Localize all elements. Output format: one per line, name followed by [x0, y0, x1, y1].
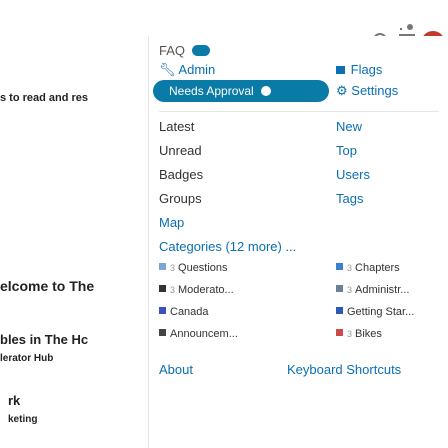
category-item[interactable]: 3 Administr... — [336, 284, 409, 296]
bg-line-2: elcome to The — [0, 278, 95, 294]
top-link[interactable]: Top — [336, 143, 357, 158]
badges-link[interactable]: Badges — [159, 167, 203, 182]
category-item[interactable]: 3 Questions — [159, 262, 228, 274]
wrench-icon: 🔧︎ — [159, 62, 176, 77]
bg-line-5: rk — [8, 393, 21, 408]
category-count: 3 — [170, 263, 176, 273]
category-item[interactable]: Getting Star... — [336, 306, 414, 318]
category-item[interactable]: 3 Moderato... — [159, 284, 234, 296]
faq-link[interactable]: FAQ — [159, 43, 185, 58]
groups-link[interactable]: Groups — [159, 191, 202, 206]
category-item[interactable]: Announcem... — [159, 328, 238, 340]
flags-label: Flags — [350, 62, 383, 77]
latest-link[interactable]: Latest — [159, 119, 194, 134]
bg-line-6: keting — [8, 414, 38, 425]
categories-heading[interactable]: Categories (12 more) ... — [159, 239, 296, 254]
category-label: Bikes — [355, 328, 382, 340]
category-color-swatch — [159, 285, 166, 292]
bg-line-4: lerator Hub — [0, 353, 54, 364]
new-link[interactable]: New — [336, 119, 362, 134]
category-color-swatch — [159, 263, 166, 270]
needs-approval-count — [261, 86, 272, 96]
bg-line-3: bles in The Hc — [0, 332, 89, 347]
category-color-swatch — [336, 285, 343, 292]
category-item[interactable]: Canada — [159, 306, 209, 318]
flag-icon — [336, 66, 345, 74]
pin-icon — [407, 24, 413, 30]
category-label: Questions — [178, 262, 228, 274]
settings-link[interactable]: ⚙ Settings — [336, 83, 398, 99]
needs-approval-label: Needs Approval — [169, 84, 254, 98]
category-count: 3 — [347, 285, 353, 295]
keyboard-shortcuts-link[interactable]: Keyboard Shortcuts — [287, 362, 401, 377]
category-color-swatch — [159, 307, 166, 314]
category-item[interactable]: 3 Bikes — [336, 328, 382, 340]
flags-link[interactable]: Flags — [336, 62, 382, 77]
admin-label: Admin — [178, 62, 216, 77]
faq-row[interactable]: FAQ — [159, 42, 211, 60]
category-color-swatch — [336, 307, 343, 314]
category-label: Moderato... — [178, 284, 234, 296]
category-color-swatch — [336, 329, 343, 336]
category-item[interactable]: 3 Chapters — [336, 262, 400, 274]
category-count: 3 — [347, 263, 353, 273]
users-link[interactable]: Users — [336, 167, 370, 182]
faq-badge — [192, 45, 211, 56]
divider — [159, 111, 439, 112]
about-link[interactable]: About — [159, 362, 193, 377]
hamburger-menu-panel: FAQ 🔧︎ Admin Flags Needs Approval ⚙ Sett… — [148, 36, 448, 448]
category-count: 3 — [170, 285, 176, 295]
category-label: Chapters — [355, 262, 400, 274]
bg-line-1: s to read and res — [0, 92, 89, 104]
map-link[interactable]: Map — [159, 215, 184, 230]
tags-link[interactable]: Tags — [336, 191, 363, 206]
admin-link[interactable]: 🔧︎ Admin — [159, 62, 215, 78]
needs-approval-link[interactable]: Needs Approval — [153, 80, 329, 102]
category-color-swatch — [336, 263, 343, 270]
category-label: Announcem... — [170, 328, 238, 340]
category-label: Administr... — [355, 284, 410, 296]
unread-link[interactable]: Unread — [159, 143, 202, 158]
category-label: Canada — [170, 306, 209, 318]
settings-label: Settings — [351, 83, 399, 98]
category-label: Getting Star... — [347, 306, 415, 318]
category-count: 3 — [347, 329, 353, 339]
gear-icon: ⚙ — [336, 83, 348, 98]
category-color-swatch — [159, 329, 166, 336]
